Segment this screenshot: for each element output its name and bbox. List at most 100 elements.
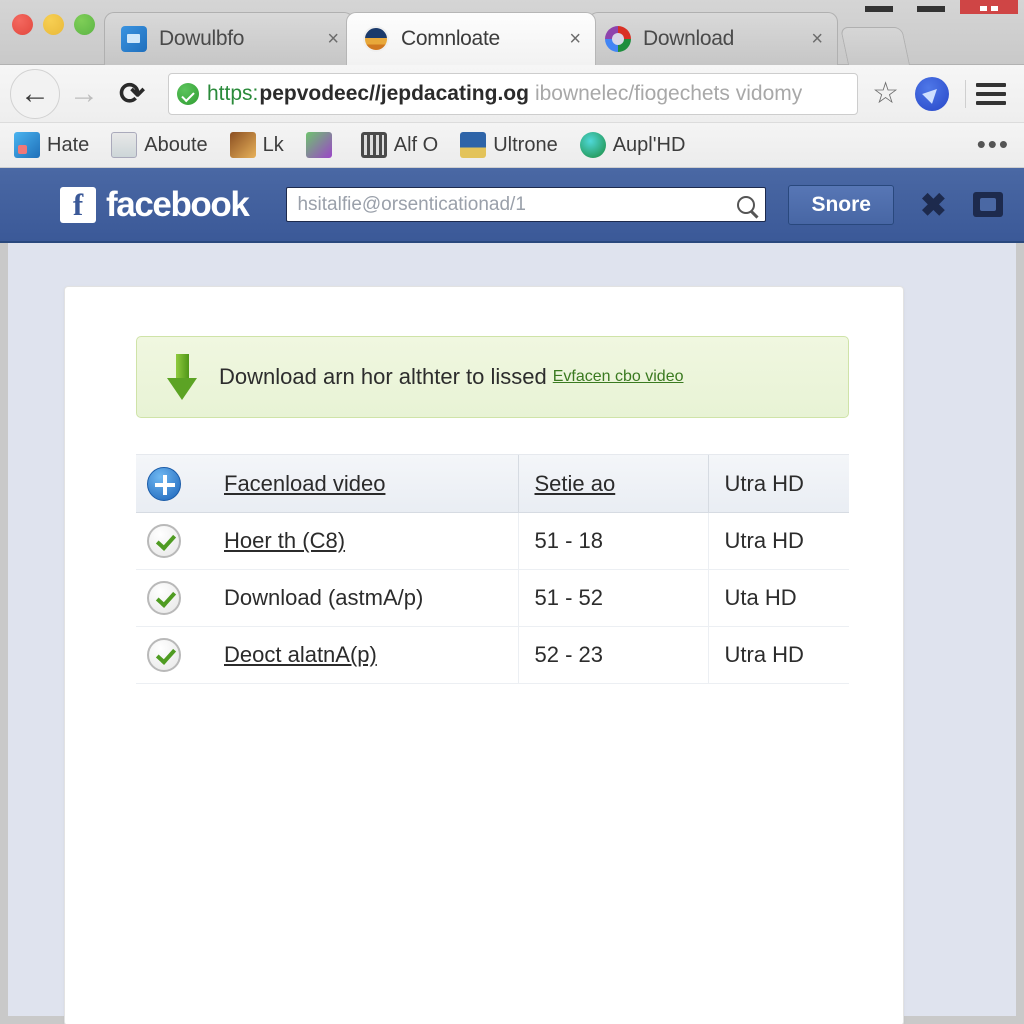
row-size-label: 51 - 52 bbox=[534, 585, 604, 610]
hamburger-menu-icon[interactable] bbox=[976, 78, 1006, 110]
bookmark-item-2[interactable]: Lk bbox=[229, 132, 284, 158]
blue-extension-icon[interactable] bbox=[915, 76, 949, 111]
bookmark-item-5[interactable]: Ultrone bbox=[460, 132, 558, 158]
bookmark-item-4[interactable]: Alf O bbox=[360, 132, 439, 158]
column-header-quality-label: Utra HD bbox=[724, 470, 804, 496]
url-path: ibownelec/fiogechets vidomy bbox=[534, 81, 803, 105]
sunset-circle-icon bbox=[363, 26, 389, 52]
table-header-row: Facenload video Setie ao Utra HD bbox=[136, 454, 849, 513]
bookmark-label: Aupl'HD bbox=[612, 133, 686, 156]
bookmark-label: Alf O bbox=[393, 133, 439, 156]
tab-strip: Dowulbfo × Comnloate × Download × bbox=[0, 0, 1024, 65]
messages-icon[interactable] bbox=[972, 192, 1003, 217]
window-controls bbox=[856, 0, 1018, 14]
browser-tab-3[interactable]: Download × bbox=[588, 12, 838, 65]
apps-icon bbox=[305, 132, 332, 158]
column-header-name-label: Facenload video bbox=[224, 470, 386, 496]
column-header-name[interactable]: Facenload video bbox=[208, 454, 518, 513]
table-row[interactable]: Hoer th (C8) 51 - 18 Utra HD bbox=[136, 512, 849, 570]
column-header-size[interactable]: Setie ao bbox=[517, 454, 708, 513]
row-quality-label: Utra HD bbox=[724, 642, 804, 667]
facebook-search-box[interactable] bbox=[286, 187, 767, 222]
select-all-cell[interactable] bbox=[136, 454, 208, 513]
address-bar[interactable]: https: pepvodeec//jepdacating.og ibownel… bbox=[168, 72, 859, 115]
tab-title: Download bbox=[643, 27, 734, 50]
minimize-button[interactable] bbox=[856, 0, 902, 14]
browser-tab-1[interactable]: Dowulbfo × bbox=[104, 12, 354, 65]
table-header: Facenload video Setie ao Utra HD bbox=[136, 454, 849, 513]
row-name-cell[interactable]: Hoer th (C8) bbox=[208, 512, 518, 570]
url-scheme: https: bbox=[207, 81, 259, 105]
add-icon[interactable] bbox=[147, 466, 181, 501]
search-input[interactable] bbox=[297, 193, 738, 216]
facebook-header: f facebook Snore ✖ bbox=[0, 168, 1024, 243]
table-body: Hoer th (C8) 51 - 18 Utra HD Download (a… bbox=[136, 512, 849, 684]
notice-link[interactable]: Evfacen cbo video bbox=[553, 368, 684, 386]
close-icon[interactable]: × bbox=[569, 29, 581, 49]
ultra-icon bbox=[460, 132, 487, 158]
grid-icon bbox=[360, 132, 387, 158]
row-name-label[interactable]: Download (astmA/p) bbox=[224, 585, 423, 610]
close-window-button[interactable] bbox=[12, 14, 33, 35]
row-name-label[interactable]: Deoct alatnA(p) bbox=[224, 642, 377, 667]
star-icon[interactable]: ☆ bbox=[866, 78, 905, 109]
row-size-label: 52 - 23 bbox=[534, 642, 604, 667]
back-icon[interactable]: ← bbox=[10, 68, 60, 119]
row-name-label[interactable]: Hoer th (C8) bbox=[224, 528, 345, 553]
url-host: pepvodeec//jepdacating.og bbox=[259, 81, 529, 105]
download-notice-banner: Download arn hor althter to lissed Evfac… bbox=[136, 336, 849, 418]
bookmark-item-0[interactable]: Hate bbox=[14, 132, 89, 158]
photos-icon bbox=[14, 132, 40, 158]
leaf-icon bbox=[579, 132, 606, 158]
maximize-button[interactable] bbox=[908, 0, 954, 14]
row-check-cell[interactable] bbox=[136, 512, 208, 570]
row-size-label: 51 - 18 bbox=[534, 528, 604, 553]
row-size-cell: 51 - 52 bbox=[517, 569, 708, 627]
bookmark-label: Lk bbox=[262, 133, 284, 156]
row-quality-label: Utra HD bbox=[724, 528, 804, 553]
friends-icon[interactable]: ✖ bbox=[920, 189, 947, 221]
download-table: Facenload video Setie ao Utra HD Hoer th… bbox=[136, 454, 849, 684]
row-check-cell[interactable] bbox=[136, 569, 208, 627]
check-icon[interactable] bbox=[147, 638, 181, 672]
facebook-wordmark: facebook bbox=[106, 184, 250, 224]
bookmark-item-1[interactable]: Aboute bbox=[111, 132, 208, 158]
magnifier-icon[interactable] bbox=[737, 195, 756, 214]
reload-icon[interactable]: ⟳ bbox=[108, 70, 156, 118]
close-button[interactable] bbox=[960, 0, 1018, 14]
column-header-size-label: Setie ao bbox=[534, 470, 616, 496]
navigation-toolbar: ← → ⟳ https: pepvodeec//jepdacating.og i… bbox=[0, 65, 1024, 123]
download-arrow-icon bbox=[167, 354, 197, 400]
table-row[interactable]: Deoct alatnA(p) 52 - 23 Utra HD bbox=[136, 626, 849, 684]
hand-icon bbox=[229, 132, 256, 158]
check-icon[interactable] bbox=[147, 581, 181, 615]
forward-icon[interactable]: → bbox=[60, 70, 108, 118]
bookmark-item-6[interactable]: Aupl'HD bbox=[579, 132, 686, 158]
check-icon[interactable] bbox=[147, 524, 181, 558]
browser-tab-2[interactable]: Comnloate × bbox=[346, 12, 596, 65]
bookmarks-overflow-icon[interactable]: ••• bbox=[977, 132, 1010, 157]
page-viewport: Download arn hor althter to lissed Evfac… bbox=[0, 243, 1024, 1024]
tab-list: Dowulbfo × Comnloate × Download × bbox=[104, 12, 911, 65]
table-row[interactable]: Download (astmA/p) 51 - 52 Uta HD bbox=[136, 569, 849, 627]
green-lock-icon bbox=[177, 82, 199, 105]
window-traffic-lights bbox=[12, 14, 95, 35]
close-icon[interactable]: × bbox=[811, 29, 823, 49]
minimize-window-button[interactable] bbox=[43, 14, 64, 35]
chrome-circle-icon bbox=[605, 26, 631, 52]
maximize-window-button[interactable] bbox=[74, 14, 95, 35]
row-name-cell[interactable]: Download (astmA/p) bbox=[208, 569, 518, 627]
row-check-cell[interactable] bbox=[136, 626, 208, 684]
facebook-f-icon: f bbox=[60, 186, 96, 223]
row-quality-cell: Uta HD bbox=[707, 569, 849, 627]
content-card: Download arn hor althter to lissed Evfac… bbox=[64, 286, 904, 1024]
snore-button[interactable]: Snore bbox=[788, 184, 894, 225]
close-icon[interactable]: × bbox=[327, 29, 339, 49]
tab-title: Comnloate bbox=[401, 27, 500, 50]
notice-text: Download arn hor althter to lissed bbox=[219, 364, 547, 389]
row-name-cell[interactable]: Deoct alatnA(p) bbox=[208, 626, 518, 684]
new-tab-button[interactable] bbox=[839, 27, 911, 65]
facebook-logo[interactable]: f facebook bbox=[60, 184, 250, 225]
row-size-cell: 52 - 23 bbox=[517, 626, 708, 684]
bookmark-item-3[interactable] bbox=[305, 132, 339, 158]
